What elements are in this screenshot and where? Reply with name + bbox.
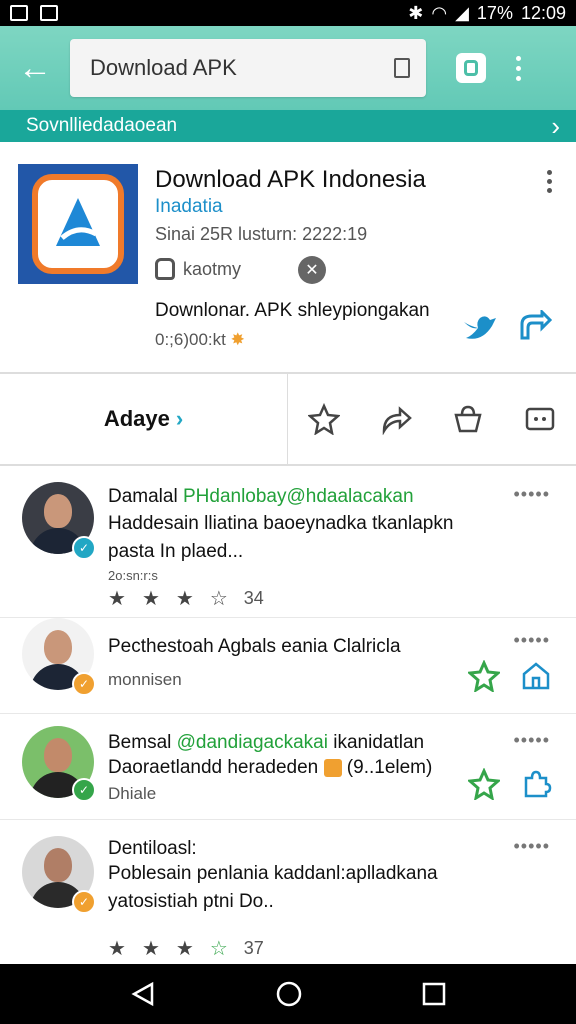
- category-icon: [155, 258, 175, 280]
- puzzle-icon[interactable]: [520, 768, 552, 800]
- sparkle-icon: ✸: [230, 330, 245, 349]
- app-logo-mark-icon: [56, 198, 100, 246]
- rating-count: 37: [243, 938, 264, 958]
- review-more-button[interactable]: •••••: [513, 730, 550, 751]
- app-card: Download APK Indonesia Inadatia Sinai 25…: [0, 142, 576, 374]
- gallery-notification-icon: [10, 5, 28, 21]
- clock: 12:09: [520, 2, 566, 23]
- verified-badge-icon: ✓: [72, 890, 96, 914]
- app-logo[interactable]: [18, 164, 138, 284]
- review-author-handle[interactable]: @dandiagackakai: [177, 732, 328, 753]
- mail-notification-icon: [40, 5, 58, 21]
- review-author-name: Bemsal: [108, 732, 172, 753]
- basket-icon: [454, 405, 482, 433]
- chevron-right-icon: ›: [175, 406, 184, 431]
- review-text: Poblesain penlania kaddanl:aplladkana ya…: [108, 860, 438, 916]
- star-outline-icon: [308, 403, 340, 435]
- green-star-icon[interactable]: [468, 768, 500, 800]
- twitter-share-icon[interactable]: [462, 312, 498, 342]
- message-icon: [525, 407, 555, 431]
- basket-button[interactable]: [432, 403, 504, 435]
- lock-icon: [394, 58, 410, 78]
- verified-badge-icon: ✓: [72, 778, 96, 802]
- app-more-button[interactable]: [547, 170, 552, 193]
- section-banner-label: Sovnlliedadaoean: [26, 115, 178, 136]
- browser-toolbar: ← Download APK: [0, 26, 576, 110]
- nav-recents-icon[interactable]: [422, 982, 446, 1006]
- review-item[interactable]: ✓ Dentiloasl: ••••• Poblesain penlania k…: [0, 820, 576, 964]
- review-text: Haddesain lliatina baoeynadka tkanlapkn …: [108, 510, 453, 566]
- review-item[interactable]: ✓ Damalal PHdanlobay@hdaalacakan ••••• H…: [0, 466, 576, 618]
- app-title: Download APK Indonesia: [155, 166, 426, 193]
- review-author: Bemsal @dandiagackakai ikanidatlan: [108, 732, 424, 754]
- tabs-button[interactable]: [456, 53, 486, 83]
- share-icon[interactable]: [518, 310, 552, 342]
- nav-back-icon[interactable]: [130, 981, 156, 1007]
- section-banner[interactable]: Sovnlliedadaoean ›: [0, 110, 576, 142]
- action-row: Adaye ›: [0, 373, 576, 466]
- home-icon[interactable]: [520, 660, 552, 692]
- review-text-line: yatosistiah ptni Do..: [108, 891, 274, 912]
- system-nav-bar: [0, 964, 576, 1024]
- review-author-tail: ikanidatlan: [333, 732, 425, 753]
- review-author: Damalal PHdanlobay@hdaalacakan: [108, 486, 414, 508]
- review-text-line: pasta In plaed...: [108, 541, 244, 562]
- category-label: kaotmy: [183, 258, 242, 279]
- review-more-button[interactable]: •••••: [513, 484, 550, 505]
- content-rating-badge: ✕: [298, 256, 326, 284]
- battery-text: 17%: [476, 2, 513, 23]
- message-button[interactable]: [504, 403, 576, 435]
- tabs-icon: [464, 60, 478, 76]
- primary-action-button[interactable]: Adaye ›: [0, 373, 288, 465]
- rating-count: 34: [243, 588, 264, 608]
- wifi-icon: ◠: [431, 2, 448, 23]
- review-text: Daoraetlandd heradeden (9..1elem): [108, 754, 432, 782]
- review-subtitle: Dhiale: [108, 784, 157, 803]
- overflow-menu-button[interactable]: [516, 55, 521, 81]
- url-bar[interactable]: Download APK: [70, 39, 426, 97]
- arrow-left-icon: ←: [18, 48, 52, 87]
- review-author: Pecthestoah Agbals eania Clalricla: [108, 636, 401, 657]
- primary-action-label: Adaye: [103, 406, 170, 431]
- review-subtitle: monnisen: [108, 670, 182, 689]
- chevron-right-icon: ›: [551, 110, 560, 141]
- review-author-handle[interactable]: PHdanlobay@hdaalacakan: [183, 486, 414, 507]
- review-text-line: (9..1elem): [346, 757, 433, 778]
- back-button[interactable]: ←: [0, 26, 70, 110]
- review-text-line: Poblesain penlania kaddanl:aplladkana: [108, 863, 438, 884]
- app-size-text: 0:;6)00:kt: [155, 330, 226, 349]
- review-text-line: Daoraetlandd heradeden: [108, 757, 324, 778]
- review-item[interactable]: ✓ Bemsal @dandiagackakai ikanidatlan •••…: [0, 714, 576, 820]
- app-size: 0:;6)00:kt ✸: [155, 330, 245, 350]
- review-text-line: Haddesain lliatina baoeynadka tkanlapkn: [108, 513, 454, 534]
- review-rating: ★ ★ ★ ☆ 37: [108, 938, 264, 960]
- review-more-button[interactable]: •••••: [513, 630, 550, 651]
- review-author: Dentiloasl:: [108, 838, 197, 859]
- verified-badge-icon: ✓: [72, 672, 96, 696]
- app-category: kaotmy: [155, 258, 241, 280]
- app-description: Downlonar. APK shleypiongakan: [155, 300, 430, 321]
- forward-arrow-icon: [382, 406, 412, 435]
- review-date: 2o:sn:r:s: [108, 568, 158, 583]
- forward-button[interactable]: [360, 403, 432, 435]
- bluetooth-icon: ✱: [408, 2, 424, 23]
- green-star-icon[interactable]: [468, 660, 500, 692]
- orange-badge-icon: [323, 758, 342, 777]
- review-author-name: Damalal: [108, 486, 178, 507]
- url-text: Download APK: [90, 55, 237, 80]
- star-button[interactable]: [288, 403, 360, 435]
- verified-badge-icon: ✓: [72, 536, 96, 560]
- app-meta: Sinai 25R lusturn: 2222:19: [155, 224, 368, 244]
- review-rating: ★ ★ ★ ☆ 34: [108, 588, 264, 610]
- review-item[interactable]: ✓ Pecthestoah Agbals eania Clalricla •••…: [0, 618, 576, 714]
- signal-icon: ◢: [455, 2, 469, 23]
- nav-home-icon[interactable]: [275, 980, 303, 1008]
- app-developer-link[interactable]: Inadatia: [155, 196, 223, 218]
- review-more-button[interactable]: •••••: [513, 836, 550, 857]
- status-bar: ✱ ◠ ◢ 17% 12:09: [0, 0, 576, 26]
